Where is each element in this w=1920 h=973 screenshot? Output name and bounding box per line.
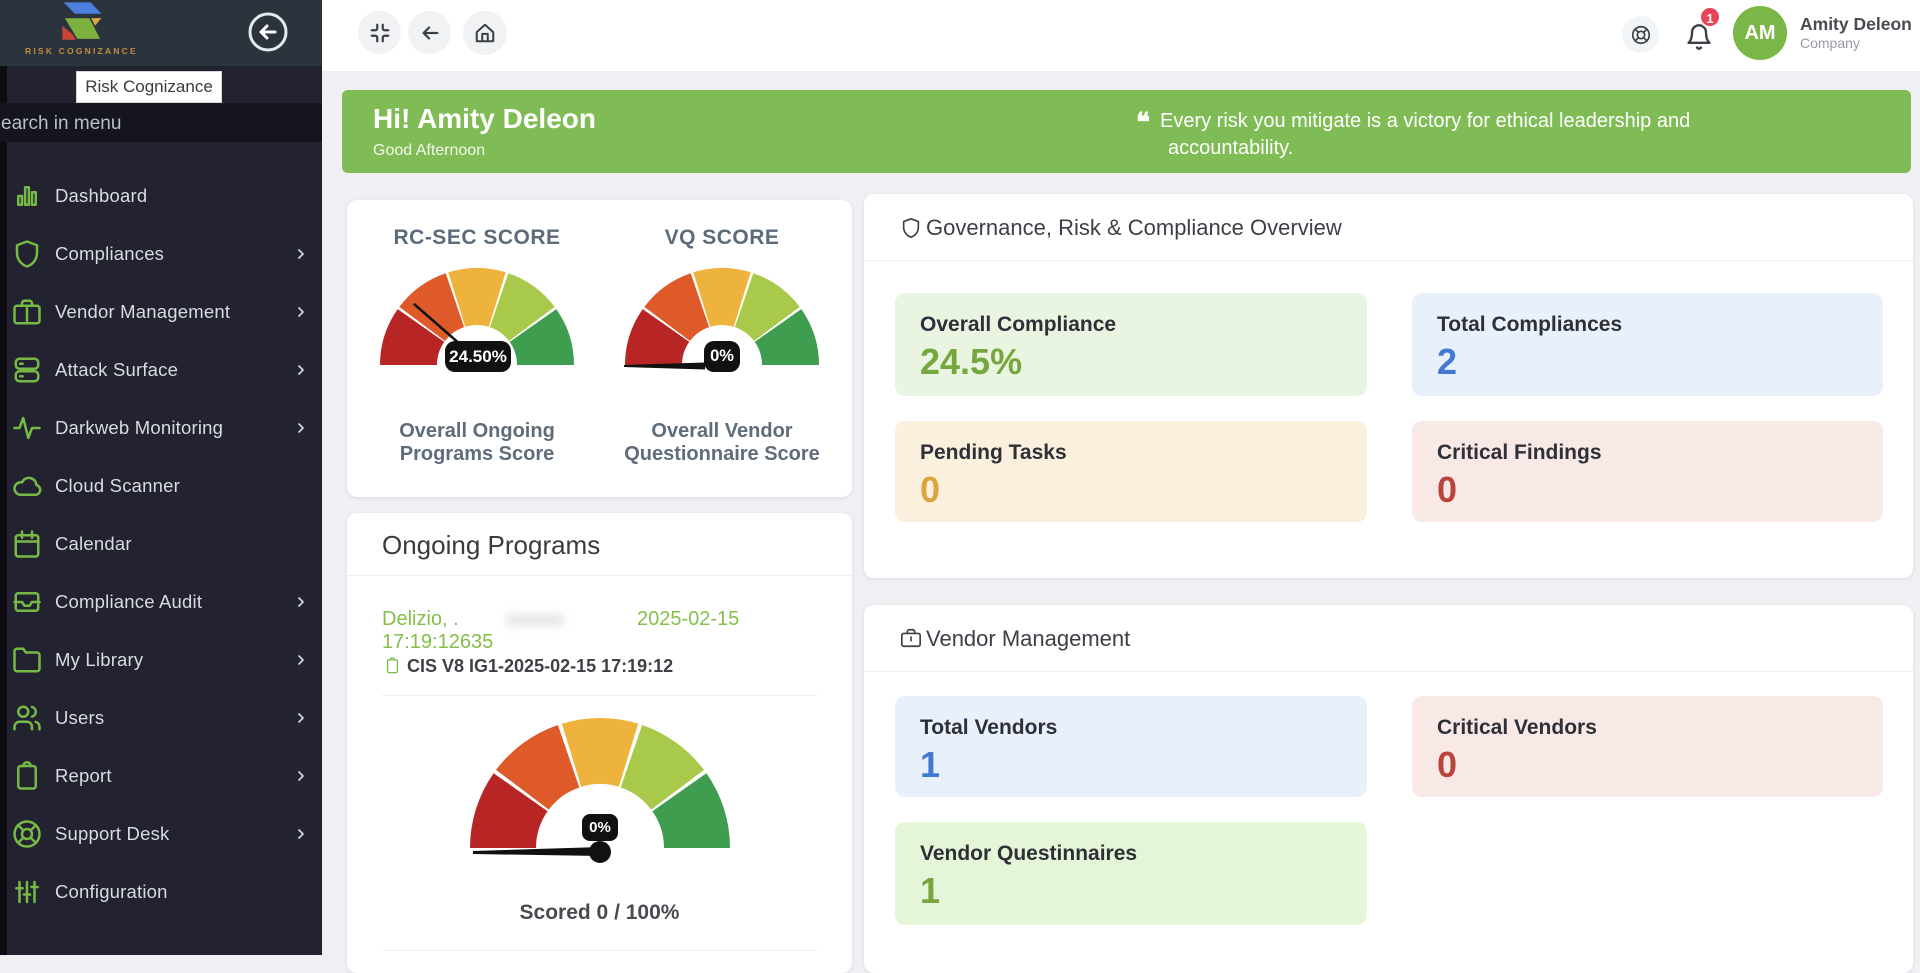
svg-text:RISK COGNIZANCE: RISK COGNIZANCE (25, 46, 138, 56)
